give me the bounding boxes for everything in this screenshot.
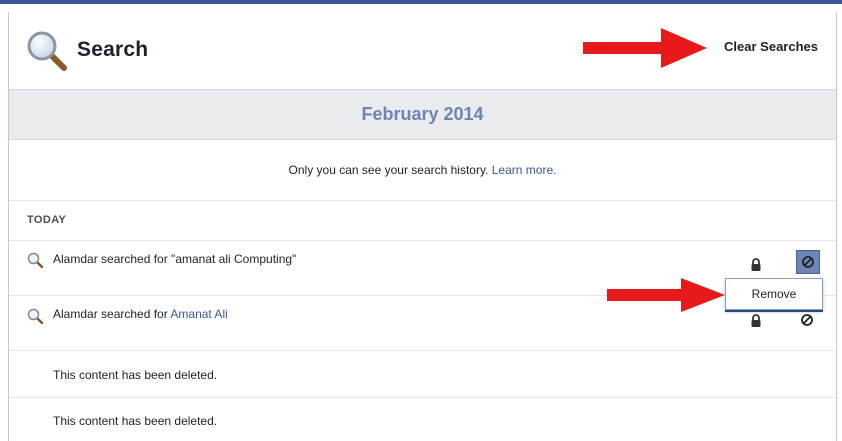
block-icon	[802, 256, 814, 268]
privacy-notice-text: Only you can see your search history.	[288, 163, 492, 177]
divider	[9, 397, 836, 398]
menu-underline	[725, 310, 823, 312]
magnifier-icon	[27, 31, 67, 71]
history-entry-link[interactable]: Amanat Ali	[170, 307, 227, 321]
arrow-icon	[583, 28, 707, 68]
clear-searches-button[interactable]: Clear Searches	[724, 39, 818, 54]
page-title: Search	[77, 38, 149, 61]
remove-menu: Remove	[725, 278, 823, 310]
arrow-icon	[607, 278, 725, 312]
search-panel: Search Clear Searches February 2014 Only…	[8, 12, 837, 441]
section-heading-today: TODAY	[27, 214, 67, 226]
search-icon	[27, 308, 43, 324]
learn-more-link[interactable]: Learn more.	[492, 163, 557, 177]
privacy-notice: Only you can see your search history. Le…	[9, 140, 836, 201]
remove-options-button[interactable]	[796, 250, 820, 274]
deleted-entry: This content has been deleted.	[53, 414, 218, 428]
divider	[9, 240, 836, 241]
panel-header: Search Clear Searches	[9, 12, 836, 90]
history-entry-text: Alamdar searched for	[53, 307, 171, 321]
block-icon	[801, 314, 813, 326]
history-entry: Alamdar searched for Amanat Ali	[53, 307, 228, 321]
month-label: February 2014	[361, 104, 484, 124]
top-bar	[0, 0, 842, 4]
page: Search Clear Searches February 2014 Only…	[0, 0, 842, 441]
history-entry: Alamdar searched for "amanat ali Computi…	[53, 252, 296, 266]
deleted-entry: This content has been deleted.	[53, 368, 218, 382]
month-header: February 2014	[9, 90, 836, 140]
search-icon	[27, 252, 43, 268]
lock-icon[interactable]	[750, 258, 762, 272]
history-entry-text: Alamdar searched for "amanat ali Computi…	[53, 252, 297, 266]
remove-menu-item[interactable]: Remove	[726, 279, 822, 309]
remove-options-button[interactable]	[796, 309, 820, 333]
divider	[9, 350, 836, 351]
lock-icon[interactable]	[750, 314, 762, 328]
